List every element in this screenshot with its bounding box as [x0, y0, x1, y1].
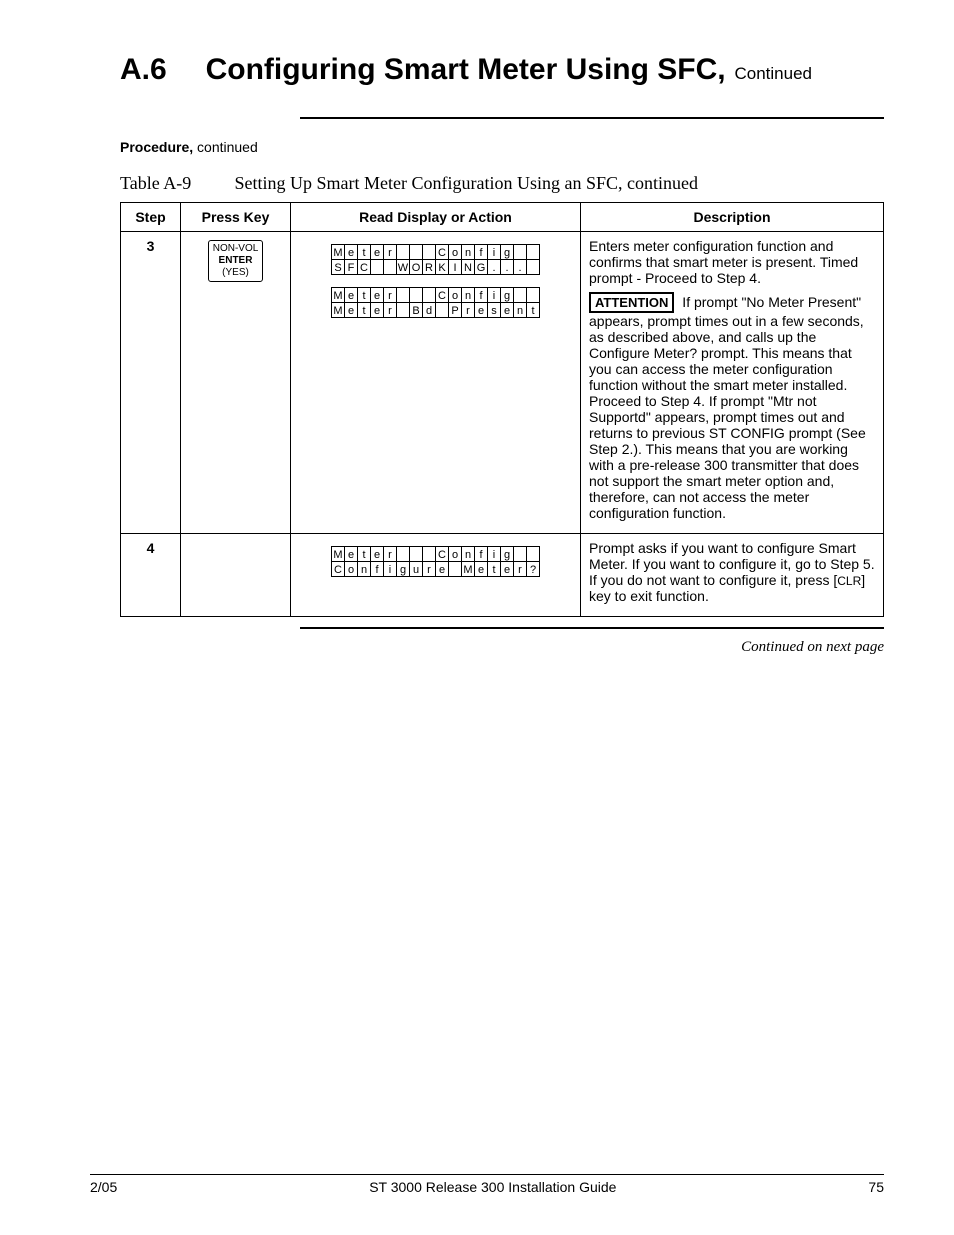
lcd-display: MeterConfigSFCWORKING... [331, 244, 540, 275]
desc-p2: If prompt "No Meter Present" appears, pr… [589, 294, 866, 521]
clr-key-text: CLR [837, 574, 861, 588]
key-line3: (YES) [213, 267, 259, 279]
table-label: Table A-9 [120, 173, 230, 194]
heading-title: Configuring Smart Meter Using SFC, [206, 53, 726, 86]
press-key-cell [181, 534, 291, 617]
description-cell: Enters meter configuration function and … [581, 232, 884, 534]
continued-on-next-page: Continued on next page [120, 639, 884, 656]
read-display-cell: MeterConfigSFCWORKING... MeterConfigMete… [291, 232, 581, 534]
col-press-key: Press Key [181, 203, 291, 232]
table-row: 4 MeterConfigConfigureMeter? Prompt asks… [121, 534, 884, 617]
key-box-nonvol-enter: NON-VOL ENTER (YES) [208, 240, 264, 282]
attention-label: ATTENTION [589, 292, 674, 313]
footer-left: 2/05 [90, 1179, 117, 1195]
page-footer: 2/05 ST 3000 Release 300 Installation Gu… [90, 1174, 884, 1195]
divider-top [300, 117, 884, 119]
table-row: 3 NON-VOL ENTER (YES) MeterConfigSFCWORK… [121, 232, 884, 534]
divider-bottom [300, 627, 884, 629]
heading-number: A.6 [120, 53, 167, 87]
col-step: Step [121, 203, 181, 232]
procedure-continued: Procedure, continued [120, 139, 884, 155]
desc-p1: Prompt asks if you want to configure Sma… [589, 540, 875, 604]
desc-attention-block: ATTENTION If prompt "No Meter Present" a… [589, 292, 875, 521]
table-caption: Table A-9 Setting Up Smart Meter Configu… [120, 173, 884, 194]
procedure-label: Procedure, [120, 139, 193, 155]
key-line1: NON-VOL [213, 243, 259, 255]
table-header-row: Step Press Key Read Display or Action De… [121, 203, 884, 232]
key-line2: ENTER [213, 255, 259, 267]
page-heading: A.6 Configuring Smart Meter Using SFC, C… [120, 50, 884, 87]
footer-center: ST 3000 Release 300 Installation Guide [117, 1179, 868, 1195]
heading-continued: Continued [735, 64, 813, 83]
config-table: Step Press Key Read Display or Action De… [120, 202, 884, 617]
footer-right: 75 [868, 1179, 884, 1195]
col-description: Description [581, 203, 884, 232]
step-number: 3 [121, 232, 181, 534]
read-display-cell: MeterConfigConfigureMeter? [291, 534, 581, 617]
press-key-cell: NON-VOL ENTER (YES) [181, 232, 291, 534]
procedure-cont-word: continued [193, 139, 258, 155]
lcd-display: MeterConfigMeterBdPresent [331, 287, 540, 318]
description-cell: Prompt asks if you want to configure Sma… [581, 534, 884, 617]
table-caption-text: Setting Up Smart Meter Configuration Usi… [235, 173, 698, 193]
lcd-display: MeterConfigConfigureMeter? [331, 546, 540, 577]
desc-p1: Enters meter configuration function and … [589, 238, 875, 286]
col-read-display: Read Display or Action [291, 203, 581, 232]
desc-p1a: Prompt asks if you want to configure Sma… [589, 540, 875, 588]
step-number: 4 [121, 534, 181, 617]
